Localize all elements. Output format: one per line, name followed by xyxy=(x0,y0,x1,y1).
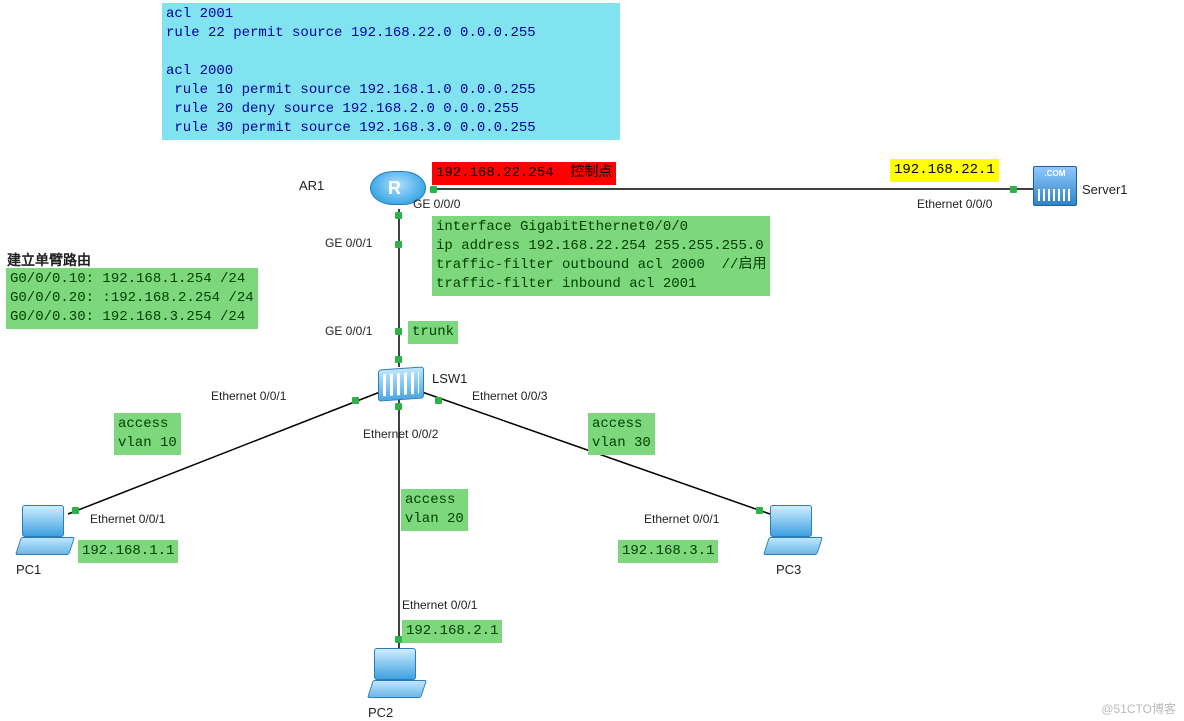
link-dot xyxy=(395,241,402,248)
lsw1-e001-port: Ethernet 0/0/1 xyxy=(211,389,286,403)
link-dot xyxy=(395,356,402,363)
pc1-icon[interactable] xyxy=(18,505,74,559)
pc1-ip-label: 192.168.1.1 xyxy=(78,540,178,563)
subif-title: 建立单臂路由 xyxy=(7,250,91,270)
access-vlan20-label: access vlan 20 xyxy=(401,489,468,531)
lsw1-ge001-port: GE 0/0/1 xyxy=(325,324,372,338)
lsw1-e002-port: Ethernet 0/0/2 xyxy=(363,427,438,441)
topology-canvas: acl 2001 rule 22 permit source 192.168.2… xyxy=(0,0,1184,721)
interface-config-block: interface GigabitEthernet0/0/0 ip addres… xyxy=(432,216,770,296)
link-dot xyxy=(395,403,402,410)
link-dot xyxy=(435,397,442,404)
pc1-e001-port: Ethernet 0/0/1 xyxy=(90,512,165,526)
pc2-ip-label: 192.168.2.1 xyxy=(402,620,502,643)
server-icon[interactable] xyxy=(1033,166,1077,206)
pc3-e001-port: Ethernet 0/0/1 xyxy=(644,512,719,526)
lsw1-label: LSW1 xyxy=(432,371,467,386)
ar1-label: AR1 xyxy=(299,178,324,193)
switch-icon[interactable] xyxy=(378,366,424,401)
pc3-label: PC3 xyxy=(776,562,801,577)
link-dot xyxy=(395,636,402,643)
link-dot xyxy=(395,212,402,219)
pc2-icon[interactable] xyxy=(370,648,426,702)
control-point-label: 192.168.22.254 控制点 xyxy=(432,162,616,185)
link-dot xyxy=(395,328,402,335)
pc1-label: PC1 xyxy=(16,562,41,577)
pc3-ip-label: 192.168.3.1 xyxy=(618,540,718,563)
link-dot xyxy=(756,507,763,514)
ar1-ge001-port: GE 0/0/1 xyxy=(325,236,372,250)
access-vlan30-label: access vlan 30 xyxy=(588,413,655,455)
trunk-label: trunk xyxy=(408,321,458,344)
acl-config-block: acl 2001 rule 22 permit source 192.168.2… xyxy=(162,3,620,140)
ar1-ge000-port: GE 0/0/0 xyxy=(413,197,460,211)
server-e000-port: Ethernet 0/0/0 xyxy=(917,197,992,211)
server1-label: Server1 xyxy=(1082,182,1128,197)
access-vlan10-label: access vlan 10 xyxy=(114,413,181,455)
link-dot xyxy=(1010,186,1017,193)
watermark: @51CTO博客 xyxy=(1101,700,1176,717)
server-ip-label: 192.168.22.1 xyxy=(890,159,999,182)
link-dot xyxy=(72,507,79,514)
lsw1-e003-port: Ethernet 0/0/3 xyxy=(472,389,547,403)
pc2-e001-port: Ethernet 0/0/1 xyxy=(402,598,477,612)
pc3-icon[interactable] xyxy=(766,505,822,559)
pc2-label: PC2 xyxy=(368,705,393,720)
link-dot xyxy=(430,186,437,193)
link-dot xyxy=(352,397,359,404)
subif-config-block: G0/0/0.10: 192.168.1.254 /24 G0/0/0.20: … xyxy=(6,268,258,329)
